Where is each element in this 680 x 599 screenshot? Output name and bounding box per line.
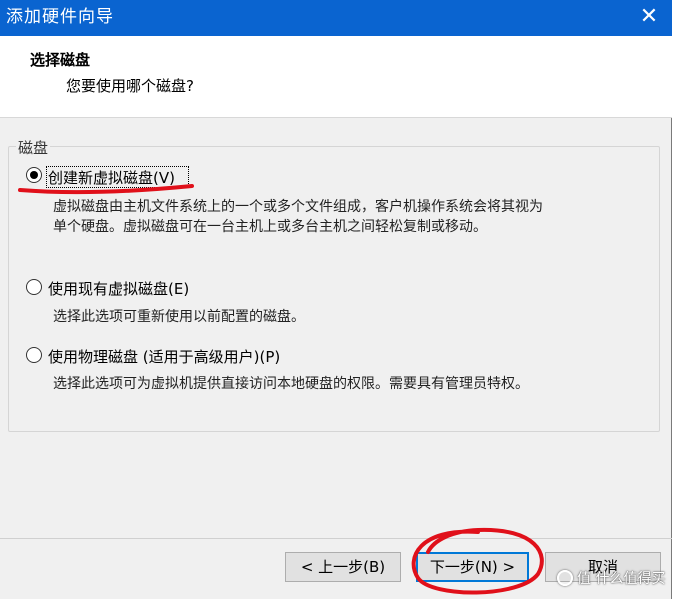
create-new-virtual-disk-description-line-1: 虚拟磁盘由主机文件系统上的一个或多个文件组成，客户机操作系统会将其视为 [53, 199, 543, 215]
footer-divider [0, 538, 672, 539]
right-edge-strip [672, 0, 680, 599]
use-physical-disk-label[interactable]: 使用物理磁盘 (适用于高级用户)(P) [48, 346, 280, 367]
watermark-logo-icon [557, 570, 573, 586]
use-physical-disk-radio[interactable] [26, 347, 42, 363]
watermark: 值 什么值得买 [557, 568, 665, 588]
window-title: 添加硬件向导 [6, 7, 114, 27]
next-button[interactable]: 下一步(N) > [416, 552, 529, 582]
use-existing-virtual-disk-description: 选择此选项可重新使用以前配置的磁盘。 [53, 309, 305, 325]
watermark-text: 值 什么值得买 [577, 571, 666, 587]
use-existing-virtual-disk-label[interactable]: 使用现有虚拟磁盘(E) [48, 278, 189, 299]
use-existing-virtual-disk-radio[interactable] [26, 279, 42, 295]
page-title: 选择磁盘 [30, 51, 91, 69]
title-bar: 添加硬件向导 ✕ [0, 0, 672, 36]
use-physical-disk-description: 选择此选项可为虚拟机提供直接访问本地硬盘的权限。需要具有管理员特权。 [53, 376, 529, 392]
back-button[interactable]: < 上一步(B) [285, 552, 401, 582]
create-new-virtual-disk-description-line-2: 单个硬盘。虚拟磁盘可在一台主机上或多台主机之间轻松复制或移动。 [53, 219, 487, 235]
create-new-virtual-disk-radio[interactable] [26, 167, 42, 183]
create-new-virtual-disk-label[interactable]: 创建新虚拟磁盘(V) [48, 167, 175, 188]
close-icon[interactable]: ✕ [636, 4, 662, 30]
page-subtitle: 您要使用哪个磁盘? [66, 77, 194, 95]
disk-group-label: 磁盘 [16, 137, 51, 158]
wizard-header: 选择磁盘 您要使用哪个磁盘? [0, 36, 672, 118]
radio-selected-dot [30, 171, 38, 179]
add-hardware-wizard-window: 添加硬件向导 ✕ 选择磁盘 您要使用哪个磁盘? 磁盘 创建新虚拟磁盘(V) 虚拟… [0, 0, 672, 599]
